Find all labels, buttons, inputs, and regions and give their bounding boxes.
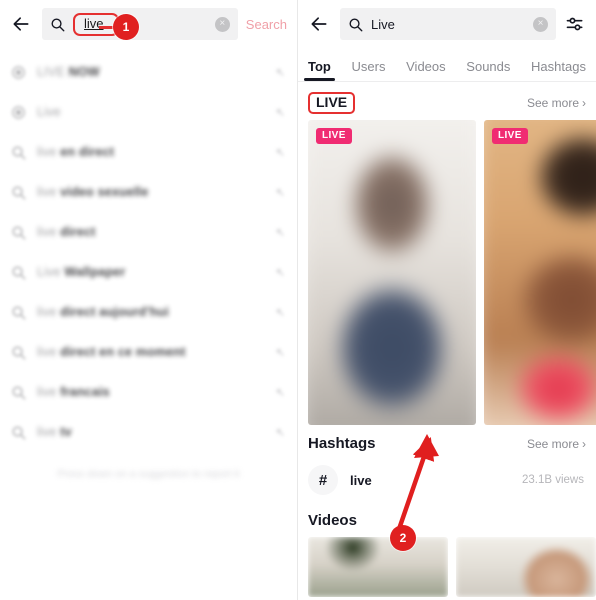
hashtags-see-more-link[interactable]: See more › [527, 437, 586, 451]
insert-arrow-icon[interactable]: ↖ [273, 146, 285, 159]
see-more-label: See more [526, 436, 579, 451]
hashtag-name: live [350, 472, 372, 488]
result-tabs: Top Users Videos Sounds Hashtags [298, 48, 596, 82]
list-item[interactable]: live francais ↖ [0, 372, 297, 412]
suggestion-label: LIVE NOW [37, 65, 100, 79]
hashtags-section-header: Hashtags See more › [298, 425, 596, 458]
list-item[interactable]: Live ↖ [0, 92, 297, 132]
chevron-right-icon: › [582, 436, 586, 451]
dual-screenshot-container: live × Search LIVE NOW ↖ Live ↖ live en … [0, 0, 596, 600]
list-item[interactable]: LIVE NOW ↖ [0, 52, 297, 92]
live-circle-icon [10, 64, 27, 81]
live-circle-icon [10, 104, 27, 121]
search-icon [10, 304, 27, 321]
video-card[interactable] [308, 537, 448, 597]
search-icon [10, 424, 27, 441]
search-icon [10, 344, 27, 361]
suggestion-label: Live Wallpaper [37, 265, 126, 279]
tab-users[interactable]: Users [350, 59, 388, 81]
right-panel-search-results: Live × Top Users Videos Sounds Hashtags … [298, 0, 596, 600]
clear-circle-icon[interactable]: × [533, 16, 548, 32]
left-search-value: live [73, 12, 119, 36]
suggestion-label: live direct aujourd'hui [37, 305, 169, 319]
tab-hashtags[interactable]: Hashtags [529, 59, 588, 81]
insert-arrow-icon[interactable]: ↖ [273, 66, 285, 79]
live-card[interactable]: LIVE [484, 120, 596, 425]
insert-arrow-icon[interactable]: ↖ [273, 266, 285, 279]
tab-sounds[interactable]: Sounds [464, 59, 512, 81]
video-card[interactable] [456, 537, 596, 597]
search-icon [10, 184, 27, 201]
search-icon [50, 17, 66, 32]
hashtags-section-title: Hashtags [308, 435, 376, 452]
back-arrow-icon[interactable] [6, 9, 36, 39]
search-icon [10, 384, 27, 401]
list-item[interactable]: # live 23.1B views [298, 458, 596, 502]
video-thumbnail-image [456, 537, 596, 597]
insert-arrow-icon[interactable]: ↖ [273, 386, 285, 399]
live-card[interactable]: LIVE [308, 120, 476, 425]
report-suggestion-hint: Press down on a suggestion to report it [57, 468, 240, 480]
list-item[interactable]: live direct aujourd'hui ↖ [0, 292, 297, 332]
live-thumbnail-image [308, 120, 476, 425]
suggestion-label: Live [37, 105, 61, 119]
suggestion-label: live video sexuelle [37, 185, 149, 199]
live-badge: LIVE [316, 128, 352, 144]
chevron-right-icon: › [582, 96, 586, 110]
list-item[interactable]: live en direct ↖ [0, 132, 297, 172]
suggestion-list: LIVE NOW ↖ Live ↖ live en direct ↖ live … [0, 48, 297, 480]
back-arrow-icon[interactable] [304, 9, 334, 39]
left-search-bar: live × Search [0, 0, 297, 48]
left-panel-search-suggestions: live × Search LIVE NOW ↖ Live ↖ live en … [0, 0, 298, 600]
live-badge: LIVE [492, 128, 528, 144]
tab-top[interactable]: Top [304, 59, 335, 81]
search-button[interactable]: Search [244, 17, 289, 32]
hashtag-view-count: 23.1B views [521, 474, 584, 486]
suggestion-label: live direct [37, 225, 96, 239]
live-carousel[interactable]: LIVE LIVE [298, 120, 596, 425]
suggestion-label: live francais [37, 385, 110, 399]
filter-sliders-icon[interactable] [562, 11, 588, 37]
insert-arrow-icon[interactable]: ↖ [273, 306, 285, 319]
search-icon [10, 264, 27, 281]
suggestion-label: live en direct [37, 145, 115, 159]
list-item[interactable]: Live Wallpaper ↖ [0, 252, 297, 292]
live-section-header: LIVE See more › [298, 82, 596, 120]
clear-circle-icon[interactable]: × [214, 16, 230, 32]
search-icon [10, 224, 27, 241]
left-search-input[interactable]: live × [42, 8, 238, 40]
insert-arrow-icon[interactable]: ↖ [273, 426, 285, 439]
insert-arrow-icon[interactable]: ↖ [273, 106, 285, 119]
right-search-bar: Live × [298, 0, 596, 48]
annotation-badge-1: 1 [113, 14, 139, 40]
suggestion-label: live tv [37, 425, 72, 439]
see-more-label: See more [526, 96, 579, 110]
suggestion-label: live direct en ce moment [37, 345, 186, 359]
search-icon [10, 144, 27, 161]
video-thumbnail-image [308, 537, 448, 597]
list-item[interactable]: live tv ↖ [0, 412, 297, 452]
live-section-title: LIVE [308, 92, 356, 114]
videos-carousel[interactable] [298, 533, 596, 597]
videos-section-header: Videos [298, 502, 596, 533]
insert-arrow-icon[interactable]: ↖ [273, 346, 285, 359]
live-thumbnail-image [484, 120, 596, 425]
insert-arrow-icon[interactable]: ↖ [273, 226, 285, 239]
list-item[interactable]: live direct ↖ [0, 212, 297, 252]
videos-section-title: Videos [308, 512, 357, 529]
right-search-value: Live [371, 16, 395, 32]
live-see-more-link[interactable]: See more › [527, 96, 586, 110]
tab-videos[interactable]: Videos [404, 59, 448, 81]
right-search-input[interactable]: Live × [340, 8, 556, 40]
annotation-badge-2: 2 [390, 525, 416, 551]
search-icon [348, 17, 364, 32]
list-item[interactable]: live direct en ce moment ↖ [0, 332, 297, 372]
hashtag-icon: # [308, 465, 338, 495]
list-item[interactable]: live video sexuelle ↖ [0, 172, 297, 212]
insert-arrow-icon[interactable]: ↖ [273, 186, 285, 199]
